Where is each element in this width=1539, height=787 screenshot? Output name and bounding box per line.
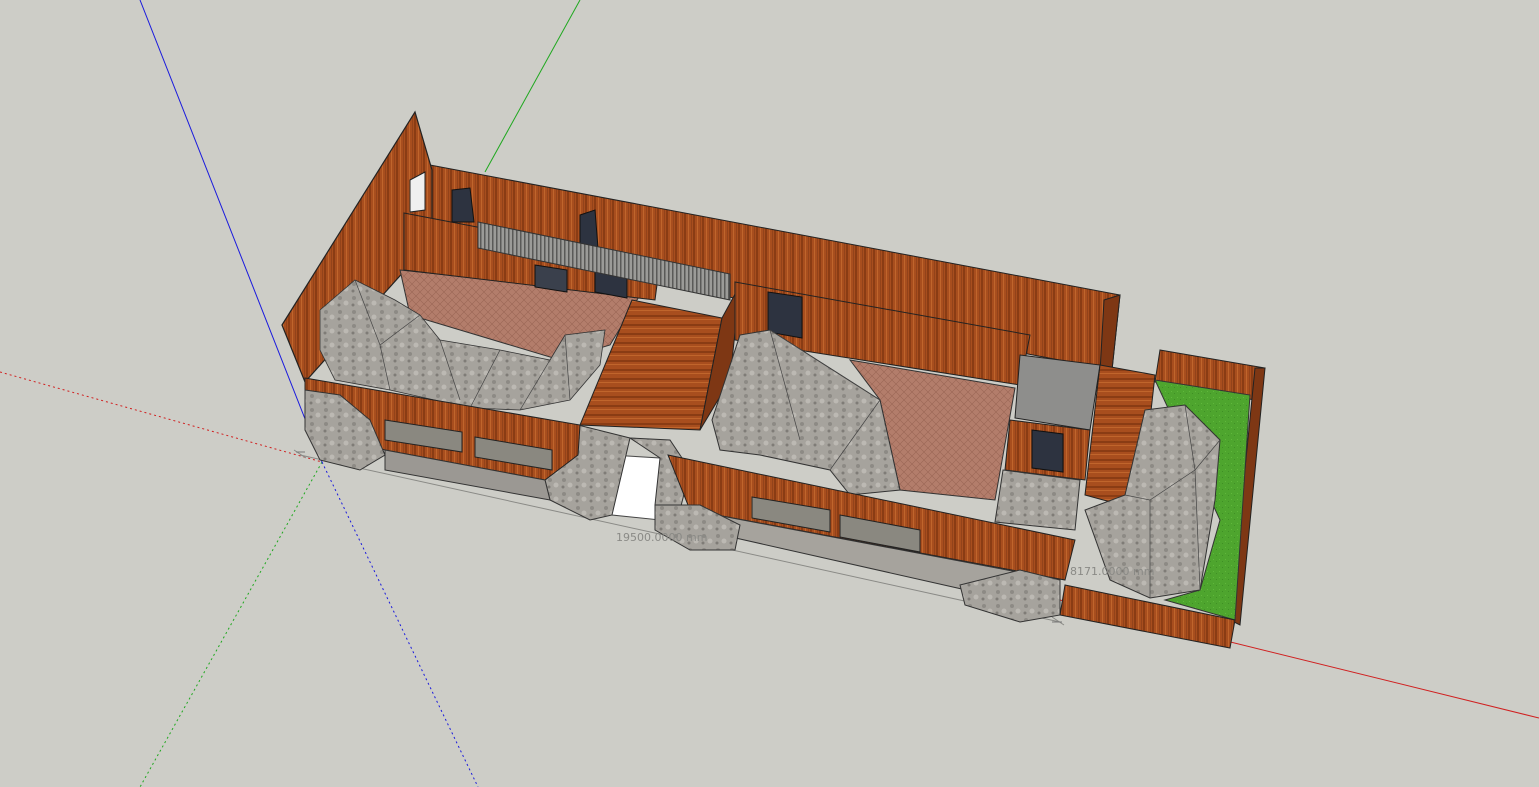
green-axis-dotted	[139, 461, 323, 787]
window-left-1	[534, 264, 568, 293]
blue-axis-dotted	[321, 461, 479, 787]
width-dimension-label: 8171.0000 mm	[1070, 565, 1154, 578]
green-axis	[484, 0, 581, 173]
stone-utility	[994, 469, 1081, 531]
model-viewport[interactable]: 19500.0000 mm 8171.0000 mm	[0, 0, 1539, 787]
window-right-1	[767, 291, 803, 339]
door-back-1	[451, 187, 475, 223]
door-utility	[1031, 429, 1064, 473]
utility-block	[1014, 354, 1101, 431]
length-dimension-label: 19500.0000 mm	[616, 531, 707, 544]
door-back-2	[579, 209, 599, 249]
blue-axis	[139, 0, 323, 463]
red-axis-dotted	[0, 371, 323, 463]
